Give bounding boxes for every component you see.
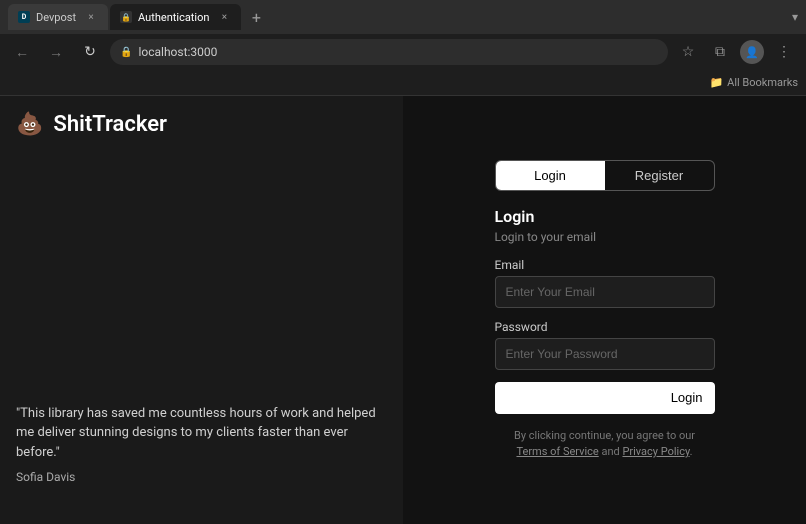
auth-card: Login Register Login Login to your email… bbox=[495, 160, 715, 461]
profile-button[interactable]: 👤 bbox=[738, 38, 766, 66]
browser-chrome: D Devpost × 🔒 Authentication × + ▾ ← → ↻… bbox=[0, 0, 806, 96]
email-input[interactable] bbox=[495, 276, 715, 308]
extensions-button[interactable]: ⧉ bbox=[706, 38, 734, 66]
reload-button[interactable]: ↻ bbox=[76, 38, 104, 66]
tab-auth-close[interactable]: × bbox=[217, 10, 231, 24]
testimonial-quote: "This library has saved me countless hou… bbox=[16, 404, 387, 463]
tab-login[interactable]: Login bbox=[496, 161, 605, 190]
privacy-policy-link[interactable]: Privacy Policy bbox=[622, 445, 689, 458]
tab-auth[interactable]: 🔒 Authentication × bbox=[110, 4, 241, 30]
tab-auth-label: Authentication bbox=[138, 11, 209, 24]
reload-icon: ↻ bbox=[84, 44, 96, 60]
app-title: ShitTracker bbox=[53, 112, 167, 137]
email-label: Email bbox=[495, 258, 715, 272]
tab-expand-button[interactable]: ▾ bbox=[792, 10, 798, 24]
bookmarks-bar: 📁 All Bookmarks bbox=[0, 70, 806, 96]
testimonial-section: "This library has saved me countless hou… bbox=[16, 404, 387, 485]
back-button[interactable]: ← bbox=[8, 38, 36, 66]
password-input[interactable] bbox=[495, 338, 715, 370]
address-bar[interactable]: 🔒 localhost:3000 bbox=[110, 39, 668, 65]
tab-devpost-label: Devpost bbox=[36, 11, 76, 24]
testimonial-author: Sofia Davis bbox=[16, 470, 387, 484]
address-lock-icon: 🔒 bbox=[120, 47, 132, 58]
profile-avatar: 👤 bbox=[740, 40, 764, 64]
right-panel: Login Register Login Login to your email… bbox=[403, 96, 806, 524]
auth-form-subtitle: Login to your email bbox=[495, 230, 715, 244]
email-group: Email bbox=[495, 258, 715, 308]
forward-icon: → bbox=[49, 44, 63, 61]
bookmarks-label[interactable]: 📁 All Bookmarks bbox=[709, 76, 798, 89]
bookmarks-text: All Bookmarks bbox=[727, 76, 798, 89]
new-tab-button[interactable]: + bbox=[243, 4, 269, 30]
auth-tabs: Login Register bbox=[495, 160, 715, 191]
auth-form-title: Login bbox=[495, 207, 715, 226]
terms-period: . bbox=[690, 445, 693, 458]
terms-of-service-link[interactable]: Terms of Service bbox=[516, 445, 598, 458]
password-label: Password bbox=[495, 320, 715, 334]
auth-form: Login Login to your email Email Password… bbox=[495, 207, 715, 414]
password-group: Password bbox=[495, 320, 715, 370]
login-button-label: Login bbox=[671, 390, 703, 405]
menu-icon: ⋮ bbox=[777, 44, 791, 60]
app-header: 💩 ShitTracker bbox=[16, 112, 387, 137]
auth-favicon: 🔒 bbox=[120, 11, 132, 23]
left-panel: 💩 ShitTracker "This library has saved me… bbox=[0, 96, 403, 524]
app-icon: 💩 bbox=[16, 112, 43, 137]
star-icon: ☆ bbox=[682, 44, 695, 60]
tab-register[interactable]: Register bbox=[605, 161, 714, 190]
menu-button[interactable]: ⋮ bbox=[770, 38, 798, 66]
forward-button[interactable]: → bbox=[42, 38, 70, 66]
tab-bar: D Devpost × 🔒 Authentication × + ▾ bbox=[0, 0, 806, 34]
devpost-favicon: D bbox=[18, 11, 30, 23]
terms-text: By clicking continue, you agree to our T… bbox=[495, 428, 715, 461]
login-button[interactable]: Login bbox=[495, 382, 715, 414]
page-content: 💩 ShitTracker "This library has saved me… bbox=[0, 96, 806, 524]
extensions-icon: ⧉ bbox=[715, 44, 725, 60]
folder-icon: 📁 bbox=[709, 76, 723, 89]
address-text: localhost:3000 bbox=[138, 45, 217, 59]
tab-devpost-close[interactable]: × bbox=[84, 10, 98, 24]
nav-bar: ← → ↻ 🔒 localhost:3000 ☆ ⧉ 👤 ⋮ bbox=[0, 34, 806, 70]
terms-prefix: By clicking continue, you agree to our bbox=[514, 429, 695, 442]
tab-devpost[interactable]: D Devpost × bbox=[8, 4, 108, 30]
back-icon: ← bbox=[15, 44, 29, 61]
terms-and: and bbox=[601, 445, 619, 458]
nav-actions: ☆ ⧉ 👤 ⋮ bbox=[674, 38, 798, 66]
star-button[interactable]: ☆ bbox=[674, 38, 702, 66]
